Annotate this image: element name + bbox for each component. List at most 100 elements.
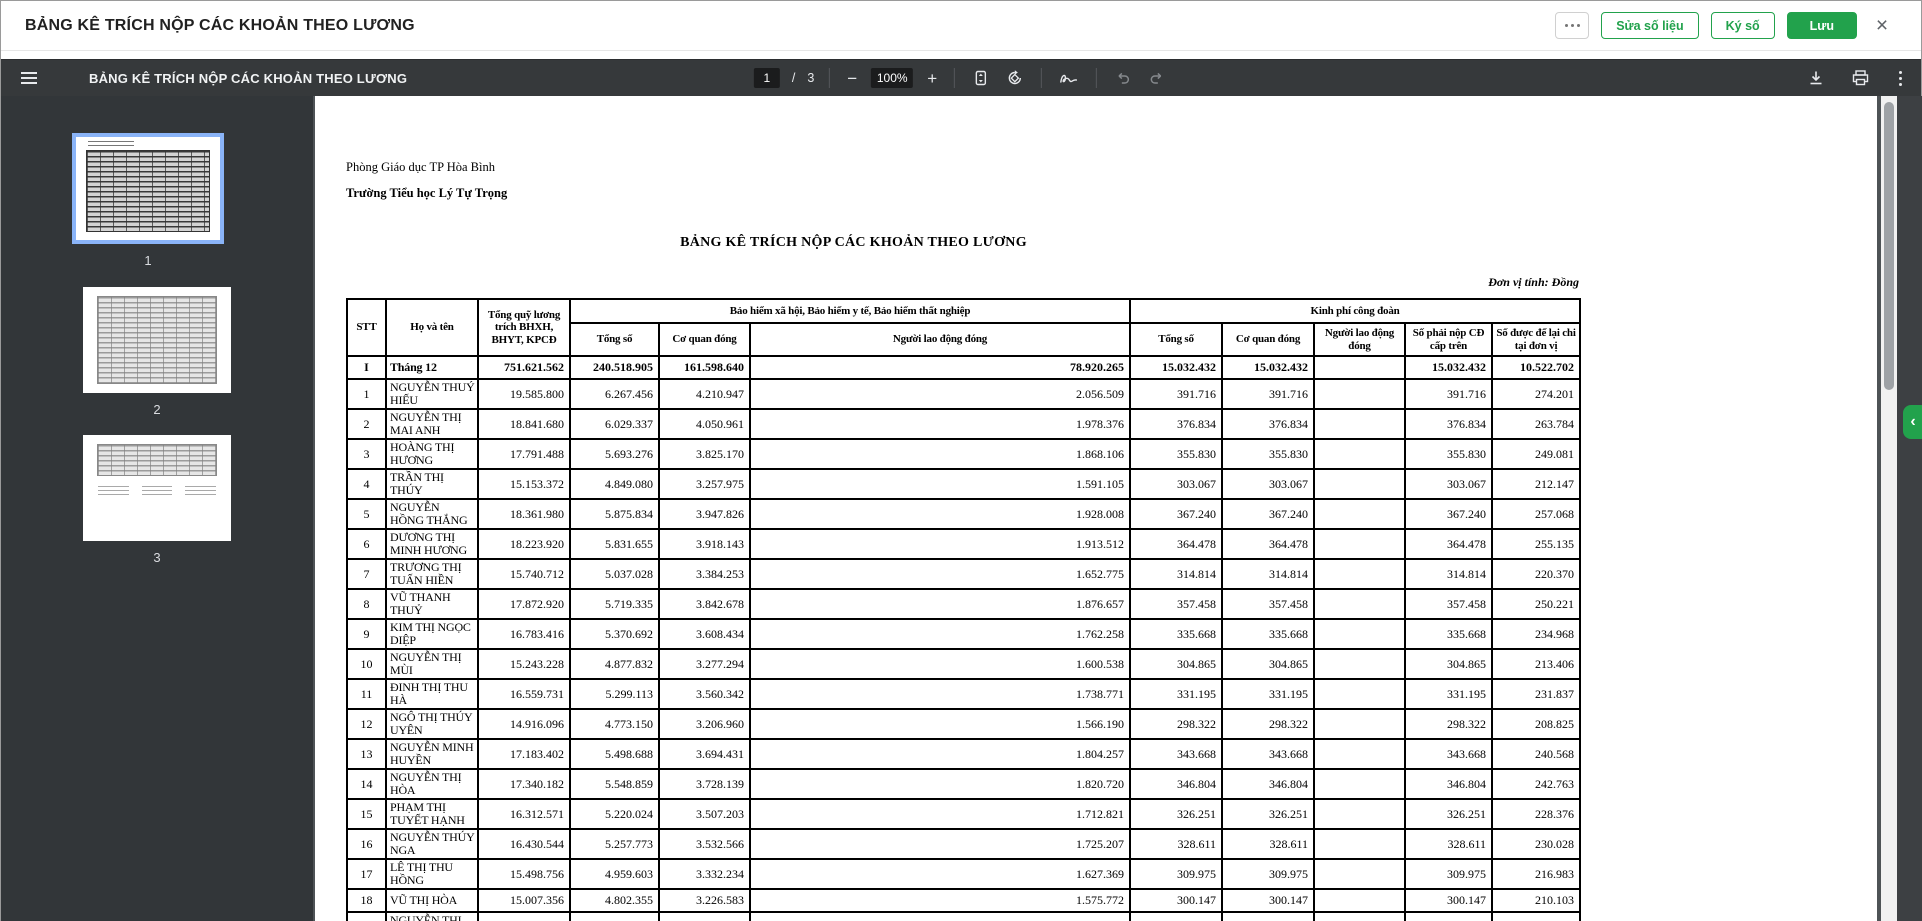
table-cell: 17.340.182 [477, 768, 571, 800]
scrollbar-thumb[interactable] [1884, 102, 1894, 390]
table-cell: 213.406 [1491, 648, 1582, 680]
table-cell: 298.322 [1221, 708, 1316, 740]
table-cell: 6 [346, 528, 387, 560]
table-cell: 15.243.228 [477, 648, 571, 680]
save-button[interactable]: Lưu [1786, 12, 1857, 39]
table-cell: NGUYỄN THỊ HÒA [385, 768, 479, 800]
thumbnail-page-number: 1 [144, 253, 152, 268]
table-cell [1313, 408, 1407, 440]
table-cell: 3.257.975 [658, 468, 751, 500]
table-cell: PHẠM THỊ TUYẾT HẠNH [385, 798, 479, 830]
table-cell: 4.050.961 [658, 408, 751, 440]
table-cell: 257.068 [1491, 498, 1582, 530]
table-cell: Tháng 12 [385, 355, 479, 380]
table-cell: I [346, 355, 387, 380]
toolbar-center: 1 / 3 − 100% + [753, 60, 1168, 96]
table-cell: 1.712.821 [748, 798, 1132, 830]
table-cell: 309.975 [1221, 858, 1316, 890]
table-cell: 343.668 [1129, 738, 1224, 770]
table-cell: 1.978.376 [748, 408, 1132, 440]
table-cell: NGUYỄN MINH HUYỀN [385, 738, 479, 770]
page-number-input[interactable]: 1 [753, 68, 780, 88]
table-cell: KIM THỊ NGỌC DIỆP [385, 618, 479, 650]
table-cell: 6.267.456 [569, 378, 660, 410]
top-bar: BẢNG KÊ TRÍCH NỘP CÁC KHOẢN THEO LƯƠNG S… [1, 1, 1921, 51]
header-employee: Người lao động đóng [748, 322, 1132, 357]
undo-button[interactable] [1112, 67, 1134, 89]
toolbar-left: BẢNG KÊ TRÍCH NỘP CÁC KHOẢN THEO LƯƠNG [1, 68, 407, 88]
table-cell [1313, 828, 1407, 860]
rotate-button[interactable] [1004, 67, 1026, 89]
viewer: 123 Phòng Giáo dục TP Hòa Bình Trường Ti… [1, 96, 1922, 921]
page-thumbnail[interactable]: 1 [72, 133, 224, 268]
sidebar-toggle-button[interactable] [17, 68, 41, 88]
table-cell: 1.820.720 [748, 768, 1132, 800]
table-cell: 212.147 [1491, 468, 1582, 500]
table-cell: 355.830 [1221, 438, 1316, 470]
table-cell: 249.081 [1491, 438, 1582, 470]
table-cell [1313, 378, 1407, 410]
top-actions: Sửa số liệu Ký số Lưu × [1555, 12, 1895, 39]
viewer-scrollbar[interactable] [1881, 96, 1897, 921]
table-cell [1313, 648, 1407, 680]
divider [1041, 68, 1043, 88]
sign-button[interactable]: Ký số [1710, 12, 1775, 39]
table-cell: 4 [346, 468, 387, 500]
signature-button[interactable] [1057, 67, 1081, 89]
table-row: 15 PHẠM THỊ TUYẾT HẠNH 16.312.571 5.220.024… [346, 798, 1582, 830]
table-cell: TRẦN THỊ THÚY [385, 468, 479, 500]
table-cell: 305.314 [1404, 911, 1494, 921]
zoom-in-button[interactable]: + [925, 70, 939, 87]
table-cell: 3.694.431 [658, 738, 751, 770]
table-row: 1 NGUYỄN THUÝ HIẾU 19.585.800 6.267.456 4.21… [346, 378, 1582, 410]
table-cell: 3.277.294 [658, 648, 751, 680]
more-options-button[interactable] [1555, 12, 1590, 39]
table-cell: 17.872.920 [477, 588, 571, 620]
rotate-icon [1008, 70, 1022, 85]
page-thumbnail[interactable]: 3 [83, 435, 231, 565]
edit-data-button[interactable]: Sửa số liệu [1601, 12, 1699, 39]
table-cell: 5.719.335 [569, 588, 660, 620]
table-cell [1313, 618, 1407, 650]
signature-icon [1060, 74, 1078, 83]
table-cell: 346.804 [1221, 768, 1316, 800]
table-cell: 751.621.562 [477, 355, 571, 380]
table-cell: 16.559.731 [477, 678, 571, 710]
table-cell: 328.611 [1404, 828, 1494, 860]
close-button[interactable]: × [1869, 15, 1895, 36]
table-cell: 309.975 [1404, 858, 1494, 890]
table-cell: 357.458 [1404, 588, 1494, 620]
fit-page-button[interactable] [970, 67, 992, 89]
table-cell: NGUYỄN THUÝ HIẾU [385, 378, 479, 410]
redo-button[interactable] [1146, 67, 1168, 89]
header-union-retained: Số được để lại chi tại đơn vị [1491, 322, 1582, 357]
fit-page-icon [975, 70, 987, 86]
download-button[interactable] [1805, 67, 1827, 89]
table-cell: 3.728.139 [658, 768, 751, 800]
collapse-panel-tab[interactable]: ‹ [1903, 405, 1922, 439]
table-cell: 355.830 [1129, 438, 1224, 470]
more-tools-button[interactable] [1894, 66, 1907, 91]
table-cell: 335.668 [1129, 618, 1224, 650]
table-cell: 1.876.657 [748, 588, 1132, 620]
table-cell [1313, 858, 1407, 890]
table-cell: 300.147 [1129, 888, 1224, 913]
table-cell: 335.668 [1404, 618, 1494, 650]
table-cell: 3.226.583 [658, 888, 751, 913]
table-cell: 1.591.105 [748, 468, 1132, 500]
table-cell: 17.791.488 [477, 438, 571, 470]
table-cell: 18.223.920 [477, 528, 571, 560]
table-cell: 16.430.544 [477, 828, 571, 860]
table-cell: 1.602.897 [748, 911, 1132, 921]
table-cell: 4.210.947 [658, 378, 751, 410]
table-cell: 13 [346, 738, 387, 770]
table-cell [1313, 355, 1407, 380]
zoom-out-button[interactable]: − [845, 70, 859, 87]
table-cell: 4.773.150 [569, 708, 660, 740]
table-cell: 1.928.008 [748, 498, 1132, 530]
page-thumbnail[interactable]: 2 [83, 287, 231, 417]
zoom-level[interactable]: 100% [871, 68, 914, 88]
table-row: 6 DƯƠNG THỊ MINH HƯƠNG 18.223.920 5.831.655… [346, 528, 1582, 560]
print-button[interactable] [1849, 67, 1872, 89]
spacer [1, 51, 1921, 59]
